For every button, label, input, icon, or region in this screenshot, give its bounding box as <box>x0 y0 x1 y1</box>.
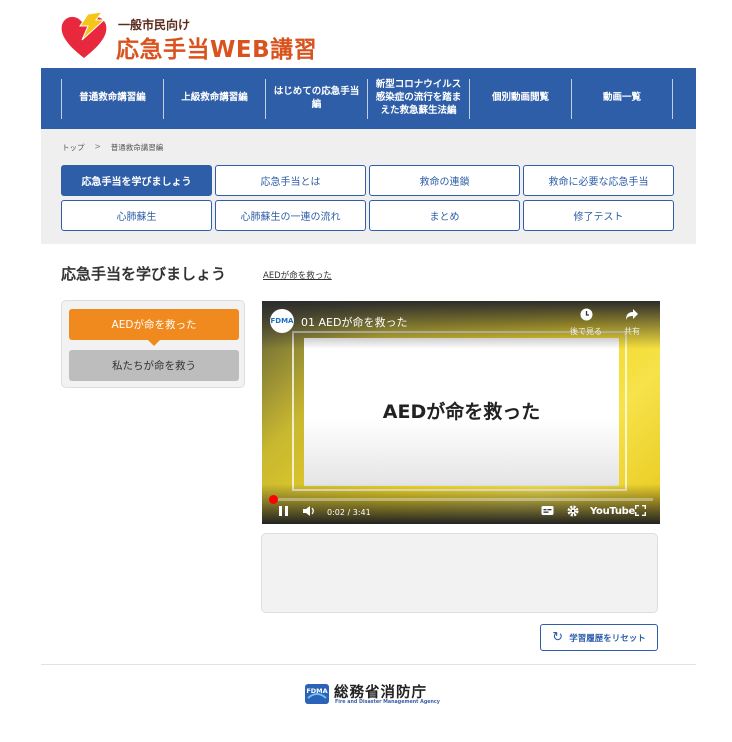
nav-item-individual-videos[interactable]: 個別動画閲覧 <box>469 78 571 119</box>
site-header[interactable]: 一般市民向け 応急手当WEB講習 <box>58 10 358 63</box>
video-card-text: AEDが命を救った <box>382 401 541 423</box>
gear-icon[interactable] <box>567 505 579 520</box>
lesson-item-aed-saved-lives[interactable]: AEDが命を救った <box>69 309 239 346</box>
video-title[interactable]: 01 AEDが命を救った <box>301 314 407 330</box>
breadcrumb: トップ > 普通救命講習編 <box>62 142 163 153</box>
breadcrumb-current: 普通救命講習編 <box>110 143 164 152</box>
page: 一般市民向け 応急手当WEB講習 普通救命講習編 上級救命講習編 はじめての応急… <box>0 0 732 742</box>
footer-divider <box>41 664 696 665</box>
footer-org-logo[interactable]: FDMA 総務省消防庁 Fire and Disaster Management… <box>304 680 444 710</box>
tab-final-test[interactable]: 修了テスト <box>523 200 674 231</box>
lesson-list: AEDが命を救った 私たちが命を救う <box>61 300 245 388</box>
video-progress-bar[interactable] <box>273 498 653 501</box>
captions-icon[interactable] <box>541 505 554 519</box>
reset-history-label: 学習履歴をリセット <box>569 633 646 644</box>
tab-chain-of-survival[interactable]: 救命の連鎖 <box>369 165 520 196</box>
site-title: 応急手当WEB講習 <box>116 37 318 63</box>
tab-cpr-sequence[interactable]: 心肺蘇生の一連の流れ <box>215 200 366 231</box>
tab-what-is-first-aid[interactable]: 応急手当とは <box>215 165 366 196</box>
video-bottom-overlay <box>262 484 660 524</box>
nav-item-advanced-course[interactable]: 上級救命講習編 <box>163 78 265 119</box>
main-nav: 普通救命講習編 上級救命講習編 はじめての応急手当編 新型コロナウイルス感染症の… <box>41 68 696 129</box>
share-icon <box>612 308 652 326</box>
video-time-display: 0:02 / 3:41 <box>327 508 371 517</box>
course-tabs: 応急手当を学びましょう 応急手当とは 救命の連鎖 救命に必要な応急手当 心肺蘇生… <box>61 165 675 231</box>
refresh-icon: ↻ <box>552 630 564 645</box>
lesson-info-box <box>261 533 658 613</box>
clock-icon <box>566 308 606 326</box>
share-button[interactable]: 共有 <box>612 308 652 337</box>
video-title-card: AEDが命を救った <box>304 338 619 486</box>
video-scrubber-handle[interactable] <box>269 495 278 504</box>
pause-icon[interactable] <box>278 505 289 520</box>
tab-learn-first-aid[interactable]: 応急手当を学びましょう <box>61 165 212 196</box>
lesson-item-we-save-lives[interactable]: 私たちが命を救う <box>69 350 239 381</box>
youtube-brand-link[interactable]: YouTube <box>590 506 635 517</box>
heart-logo-icon <box>61 11 107 59</box>
breadcrumb-home-link[interactable]: トップ <box>62 142 85 153</box>
nav-item-basic-course[interactable]: 普通救命講習編 <box>61 78 163 119</box>
page-title: 応急手当を学びましょう <box>61 265 227 283</box>
video-player[interactable]: AEDが命を救った FDMA 01 AEDが命を救った 後で見る 共有 0:02… <box>262 301 660 524</box>
fdma-logo-icon: FDMA <box>305 684 329 704</box>
footer-org-name: 総務省消防庁 <box>334 685 427 701</box>
watch-later-button[interactable]: 後で見る <box>566 308 606 337</box>
fdma-logo-text: FDMA <box>306 687 327 695</box>
channel-logo[interactable]: FDMA <box>270 309 294 333</box>
tab-cpr[interactable]: 心肺蘇生 <box>61 200 212 231</box>
reset-history-button[interactable]: ↻ 学習履歴をリセット <box>540 624 658 651</box>
nav-item-first-aid-intro[interactable]: はじめての応急手当編 <box>265 78 367 119</box>
breadcrumb-separator: > <box>94 142 101 151</box>
nav-item-covid-resuscitation[interactable]: 新型コロナウイルス感染症の流行を踏まえた救急蘇生法編 <box>367 78 469 119</box>
tab-summary[interactable]: まとめ <box>369 200 520 231</box>
footer-org-name-en: Fire and Disaster Management Agency <box>335 700 440 705</box>
volume-icon[interactable] <box>302 505 316 520</box>
current-lesson-link[interactable]: AEDが命を救った <box>263 269 332 281</box>
watch-later-label: 後で見る <box>570 327 602 336</box>
fullscreen-icon[interactable] <box>635 505 646 519</box>
course-menu-area: トップ > 普通救命講習編 応急手当を学びましょう 応急手当とは 救命の連鎖 救… <box>41 129 696 244</box>
tab-required-first-aid[interactable]: 救命に必要な応急手当 <box>523 165 674 196</box>
nav-item-video-list[interactable]: 動画一覧 <box>571 78 673 119</box>
share-label: 共有 <box>624 327 640 336</box>
